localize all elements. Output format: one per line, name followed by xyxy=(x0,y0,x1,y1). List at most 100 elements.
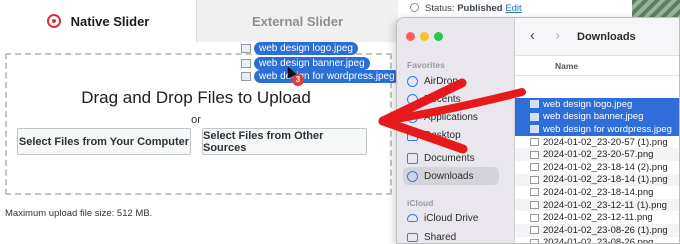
window-controls xyxy=(406,32,443,41)
file-row[interactable]: web design for wordpress.jpeg xyxy=(515,123,679,136)
sidebar-item-downloads[interactable]: Downloads xyxy=(403,167,499,185)
file-name: 2024-01-02_23-18-14.png xyxy=(543,186,654,198)
sidebar-item-shared[interactable]: Shared xyxy=(403,228,499,243)
sidebar-item-airdrop[interactable]: AirDrop xyxy=(403,72,499,90)
file-name: 2024-01-02_23-12-11 (1).png xyxy=(543,199,667,211)
file-name: web design logo.jpeg xyxy=(543,98,633,110)
drag-count-badge: 3 xyxy=(292,74,304,86)
target-icon xyxy=(46,14,61,28)
dragged-file: web design banner.jpeg xyxy=(241,57,370,70)
sidebar-item-label: Recents xyxy=(424,93,461,105)
finder-sidebar: Favorites AirDrop Recents Applications D… xyxy=(397,18,515,243)
airdrop-icon xyxy=(407,75,418,87)
dragged-file-label: web design logo.jpeg xyxy=(254,42,358,55)
zoom-window-button[interactable] xyxy=(434,32,443,41)
clock-icon xyxy=(407,93,418,105)
file-name: 2024-01-02_23-12-11.png xyxy=(543,212,653,224)
file-row[interactable]: 2024-01-02_23-12-11.png xyxy=(515,211,679,224)
sidebar-item-label: iCloud Drive xyxy=(424,212,479,224)
dragged-file: web design for wordpress.jpeg xyxy=(241,70,400,83)
image-file-icon xyxy=(530,213,539,222)
file-row[interactable]: 2024-01-02_23-20-57 (1).png xyxy=(515,136,679,149)
tab-external-slider[interactable]: External Slider xyxy=(196,0,398,42)
image-file-icon xyxy=(530,150,539,159)
download-icon xyxy=(407,170,418,182)
minimize-window-button[interactable] xyxy=(420,32,429,41)
image-file-icon xyxy=(530,188,539,197)
select-files-computer-button[interactable]: Select Files from Your Computer xyxy=(17,128,191,155)
applications-icon xyxy=(407,111,418,123)
image-file-icon xyxy=(530,201,539,210)
image-file-icon xyxy=(530,226,539,235)
sidebar-item-label: Desktop xyxy=(424,129,461,141)
forward-chevron-icon[interactable]: › xyxy=(555,28,560,43)
close-window-button[interactable] xyxy=(406,32,415,41)
finder-content: ‹ › Downloads Name web design logo.jpeg w… xyxy=(515,18,679,244)
image-file-icon xyxy=(530,138,539,147)
sidebar-item-applications[interactable]: Applications xyxy=(403,108,499,126)
image-file-icon xyxy=(241,44,251,53)
tab-native-slider-label: Native Slider xyxy=(70,13,150,29)
file-row[interactable]: 2024-01-02_23-08-26 (1).png xyxy=(515,224,679,237)
dropzone-title: Drag and Drop Files to Upload xyxy=(81,88,311,107)
finder-toolbar: ‹ › Downloads xyxy=(515,18,679,56)
dragged-file-label: web design for wordpress.jpeg xyxy=(254,70,400,83)
file-row[interactable]: web design banner.jpeg xyxy=(515,110,679,124)
image-file-icon xyxy=(530,238,539,243)
image-file-icon xyxy=(241,59,251,68)
image-file-icon xyxy=(530,125,539,134)
file-name: 2024-01-02_23-18-14 (1).png xyxy=(543,174,668,186)
sidebar-item-label: Applications xyxy=(424,111,478,123)
file-row[interactable]: 2024-01-02_23-08-26.png xyxy=(515,237,679,244)
favorites-section-label: Favorites xyxy=(407,60,445,70)
sidebar-item-documents[interactable]: Documents xyxy=(403,149,499,167)
cloud-icon xyxy=(407,214,418,222)
file-name: web design banner.jpeg xyxy=(543,111,644,123)
desktop-icon xyxy=(407,129,418,141)
sidebar-item-desktop[interactable]: Desktop xyxy=(403,126,499,144)
post-status: Status: Published Edit xyxy=(425,3,522,14)
tab-native-slider[interactable]: Native Slider xyxy=(0,0,196,42)
sidebar-item-label: Shared xyxy=(424,231,457,243)
select-files-other-sources-button[interactable]: Select Files from Other Sources xyxy=(202,128,367,155)
tab-external-slider-label: External Slider xyxy=(251,13,344,29)
status-edit-link[interactable]: Edit xyxy=(505,3,521,14)
key-icon xyxy=(410,3,419,12)
column-name-header[interactable]: Name xyxy=(555,61,578,71)
file-row[interactable]: 2024-01-02_23-18-14 (1).png xyxy=(515,173,679,187)
file-name: 2024-01-02_23-08-26.png xyxy=(543,237,654,244)
file-name: 2024-01-02_23-18-14 (2).png xyxy=(543,161,668,173)
sidebar-item-recents[interactable]: Recents xyxy=(403,90,499,108)
folder-title: Downloads xyxy=(577,31,636,43)
back-chevron-icon[interactable]: ‹ xyxy=(530,28,535,43)
sidebar-item-label: AirDrop xyxy=(424,75,458,87)
file-name: 2024-01-02_23-20-57 (1).png xyxy=(543,136,668,148)
column-header: Name xyxy=(515,56,679,76)
dropzone-or-text: or xyxy=(191,114,201,126)
file-row[interactable]: 2024-01-02_23-18-14.png xyxy=(515,186,679,199)
status-label: Status: xyxy=(425,3,455,14)
image-file-icon xyxy=(530,100,539,109)
image-file-icon xyxy=(530,112,539,121)
file-row[interactable]: web design logo.jpeg xyxy=(515,98,679,111)
file-row[interactable]: 2024-01-02_23-20-57.png xyxy=(515,148,679,161)
file-name: web design for wordpress.jpeg xyxy=(543,123,672,135)
dragged-file: web design logo.jpeg xyxy=(241,42,358,55)
sidebar-item-label: Downloads xyxy=(424,170,474,182)
image-file-icon xyxy=(530,175,539,184)
sidebar-item-icloud-drive[interactable]: iCloud Drive xyxy=(403,209,499,227)
sidebar-item-label: Documents xyxy=(424,152,475,164)
file-row[interactable]: 2024-01-02_23-12-11 (1).png xyxy=(515,198,679,212)
finder-window: Favorites AirDrop Recents Applications D… xyxy=(396,17,680,244)
document-icon xyxy=(407,152,418,164)
max-upload-size-text: Maximum upload file size: 512 MB. xyxy=(5,208,153,219)
file-name: 2024-01-02_23-08-26 (1).png xyxy=(543,224,668,236)
image-file-icon xyxy=(241,72,251,81)
dragged-file-label: web design banner.jpeg xyxy=(254,57,370,70)
file-name: 2024-01-02_23-20-57.png xyxy=(543,149,654,161)
image-file-icon xyxy=(530,163,539,172)
slider-tabs: Native Slider External Slider xyxy=(0,0,398,42)
file-row[interactable]: 2024-01-02_23-18-14 (2).png xyxy=(515,161,679,174)
icloud-section-label: iCloud xyxy=(407,198,434,208)
status-value: Published xyxy=(457,3,503,14)
